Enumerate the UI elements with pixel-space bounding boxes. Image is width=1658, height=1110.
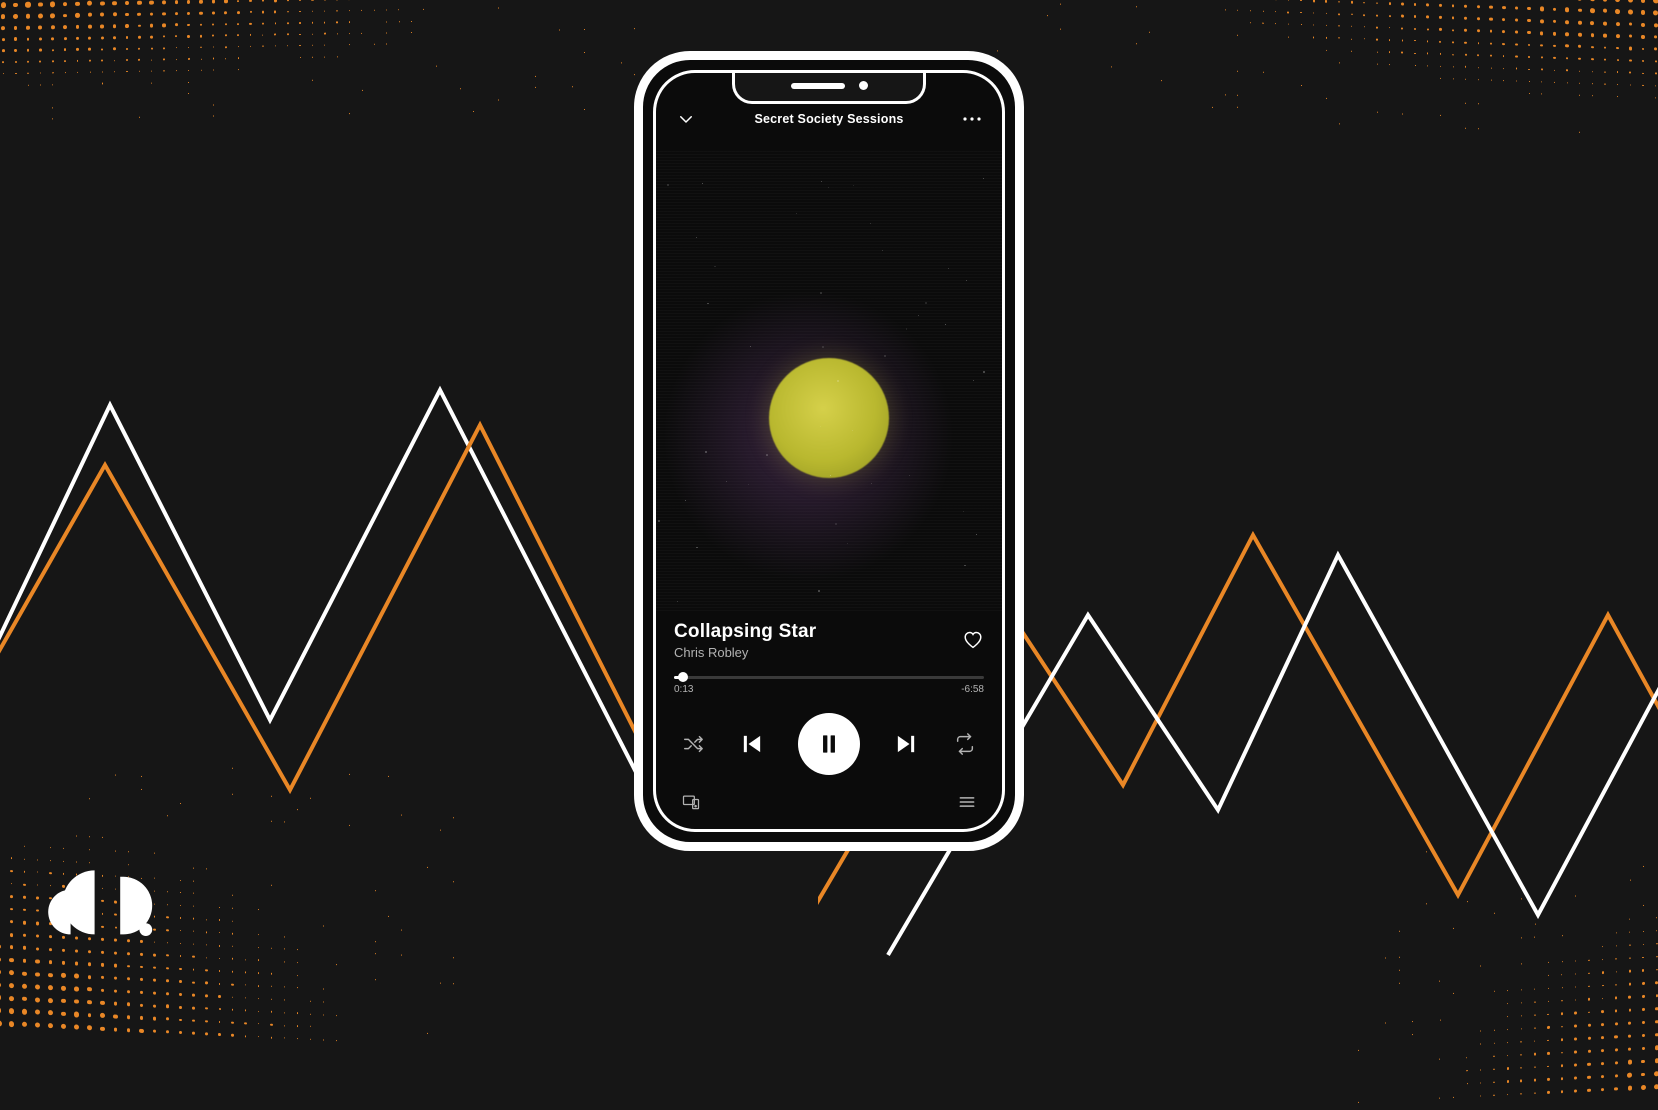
devices-icon[interactable] — [680, 791, 702, 813]
phone-camera — [859, 81, 868, 90]
context-title: Secret Society Sessions — [754, 112, 903, 126]
phone-screen-bezel: Secret Society Sessions Collapsing Star … — [653, 70, 1005, 832]
track-info-row: Collapsing Star Chris Robley — [674, 621, 984, 660]
track-title: Collapsing Star — [674, 621, 816, 643]
time-labels: 0:13 -6:58 — [674, 684, 984, 695]
halftone-top-left — [0, 0, 640, 126]
zigzag-left — [0, 350, 690, 870]
phone-speaker — [791, 83, 845, 89]
more-icon[interactable] — [960, 117, 984, 121]
time-elapsed: 0:13 — [674, 684, 693, 695]
progress-section: 0:13 -6:58 — [674, 676, 984, 695]
repeat-icon[interactable] — [952, 731, 978, 757]
previous-icon[interactable] — [735, 727, 769, 761]
pause-icon[interactable] — [798, 713, 860, 775]
music-player-screen: Secret Society Sessions Collapsing Star … — [656, 73, 1002, 829]
chevron-down-icon[interactable] — [674, 110, 698, 128]
shuffle-icon[interactable] — [680, 731, 706, 757]
next-icon[interactable] — [889, 727, 923, 761]
secondary-controls — [680, 791, 978, 813]
canvas-artwork — [656, 151, 1002, 611]
artwork-star — [769, 358, 889, 478]
progress-thumb[interactable] — [678, 672, 688, 682]
halftone-top-right — [978, 0, 1658, 143]
progress-bar[interactable] — [674, 676, 984, 679]
queue-icon[interactable] — [956, 791, 978, 813]
track-text: Collapsing Star Chris Robley — [674, 621, 816, 660]
time-remaining: -6:58 — [961, 684, 984, 695]
heart-icon[interactable] — [962, 629, 984, 651]
phone-notch — [732, 71, 926, 104]
track-artist: Chris Robley — [674, 645, 816, 660]
halftone-bottom-right — [1338, 830, 1658, 1110]
transport-controls — [680, 713, 978, 775]
phone-frame: Secret Society Sessions Collapsing Star … — [634, 51, 1024, 851]
cd-baby-logo — [44, 864, 174, 944]
